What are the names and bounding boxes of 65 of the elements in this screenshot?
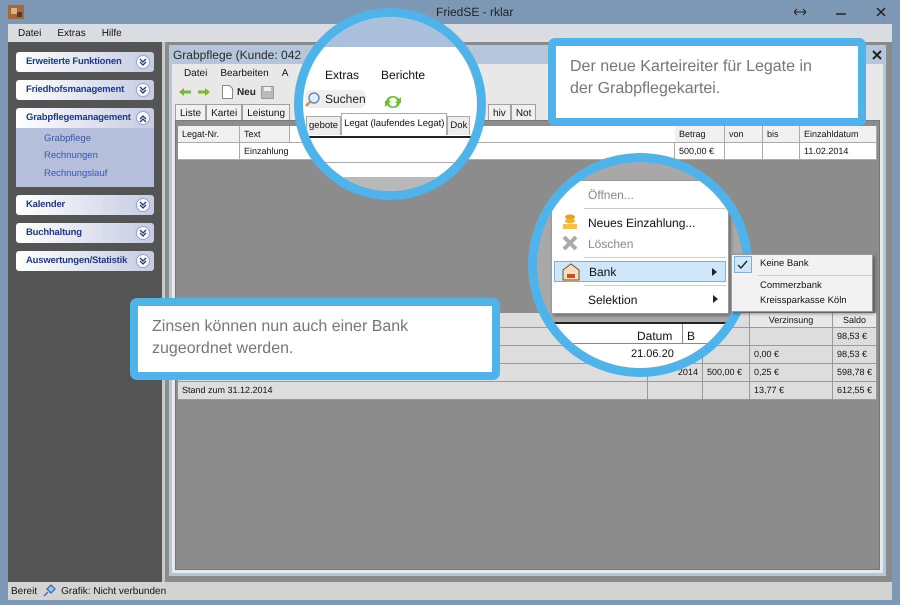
menu-item[interactable]: Berichte (381, 66, 426, 84)
table-cell: 98,53 € (832, 346, 877, 364)
status-text: Bereit (11, 584, 38, 598)
menu-item[interactable]: Datei (18, 26, 42, 40)
group-header[interactable]: Buchhaltung (16, 222, 154, 243)
menu-item[interactable]: Neues Einzahlung... (554, 212, 726, 233)
menu-item[interactable]: Selektion (554, 289, 726, 310)
search-button[interactable]: Suchen (305, 90, 366, 108)
column-header[interactable]: Datum (637, 327, 672, 345)
table-cell: 598,78 € (832, 364, 877, 382)
column-header[interactable]: Text (240, 126, 290, 143)
tab[interactable]: Dok (447, 116, 470, 136)
table-cell: 98,53 € (832, 328, 877, 346)
group-title: Grabpflegemanagement (26, 110, 131, 125)
table-cell-text: 21.06.20 (631, 347, 674, 362)
group-header[interactable]: Auswertungen/Statistik (16, 250, 154, 271)
window-title: FriedSE - rklar (436, 4, 514, 21)
group-title: Auswertungen/Statistik (26, 254, 128, 268)
tab[interactable]: hiv (488, 104, 511, 120)
menu-item[interactable]: Commerzbank (732, 279, 872, 294)
column-header[interactable]: Einzahldatum (800, 126, 877, 143)
column-header[interactable]: bis (763, 126, 800, 143)
column-header[interactable]: Legat-Nr. (178, 126, 240, 143)
group-title: Buchhaltung (26, 226, 82, 240)
group-title: Friedhofsmanagement (26, 82, 124, 97)
tab[interactable]: gebote (306, 116, 342, 136)
group-header[interactable]: Friedhofsmanagement (16, 80, 154, 100)
table-cell: 612,55 € (832, 382, 877, 400)
tab[interactable]: Legat (laufendes Legat) (341, 113, 448, 136)
group-header[interactable]: Erweiterte Funktionen (16, 52, 154, 72)
table-cell: 0,00 € (750, 346, 833, 364)
table-cell: 11.02.2014 (800, 143, 877, 160)
table-cell: 13,77 € (750, 382, 833, 400)
column-header[interactable]: Betrag (675, 126, 725, 143)
sidebar-link[interactable]: Grabpflege (44, 132, 154, 146)
group-header[interactable]: Grabpflegemanagement (16, 108, 154, 128)
column-header[interactable]: von (725, 126, 763, 143)
tab[interactable]: Leistung (242, 104, 290, 120)
menu-item[interactable]: Bank (554, 261, 726, 282)
menu-item[interactable]: Extras (325, 66, 360, 84)
tab[interactable]: Liste (174, 104, 206, 120)
callout-text: Zinsen können nun auch einer Bank zugeordnet werden. (130, 298, 500, 380)
group-title: Erweiterte Funktionen (26, 54, 122, 69)
table-cell: Stand zum 31.12.2014 (178, 382, 648, 400)
tab[interactable]: Not (510, 104, 536, 120)
menu-item[interactable]: Kreissparkasse Köln (732, 294, 872, 309)
column-header[interactable]: Saldo (832, 313, 877, 328)
new-button[interactable]: Neu (222, 84, 256, 100)
menu-item[interactable]: A (282, 66, 288, 80)
column-header[interactable]: Verzinsung (750, 313, 833, 328)
table-cell: 0,25 € (750, 364, 833, 382)
menu-item[interactable]: Bearbeiten (220, 66, 269, 80)
child-window-title: Grabpflege (Kunde: 042 (172, 46, 302, 64)
sidebar-link[interactable]: Rechnungslauf (44, 166, 154, 181)
tab[interactable]: Kartei (206, 104, 242, 120)
sidebar-link[interactable]: Rechnungen (44, 149, 154, 164)
menu-item[interactable]: Extras (57, 26, 86, 40)
callout-text: Der neue Karteireiter für Legate in der Grabpflegekartei. (548, 38, 866, 126)
menu-item[interactable]: Keine Bank (732, 257, 872, 272)
menu-item[interactable]: Datei (184, 66, 208, 80)
status-text: Grafik: Nicht verbunden (61, 584, 166, 598)
column-header[interactable]: B (687, 327, 696, 345)
group-title: Kalender (26, 198, 66, 212)
group-header[interactable]: Kalender (16, 194, 154, 215)
menu-item[interactable]: Hilfe (102, 26, 122, 40)
